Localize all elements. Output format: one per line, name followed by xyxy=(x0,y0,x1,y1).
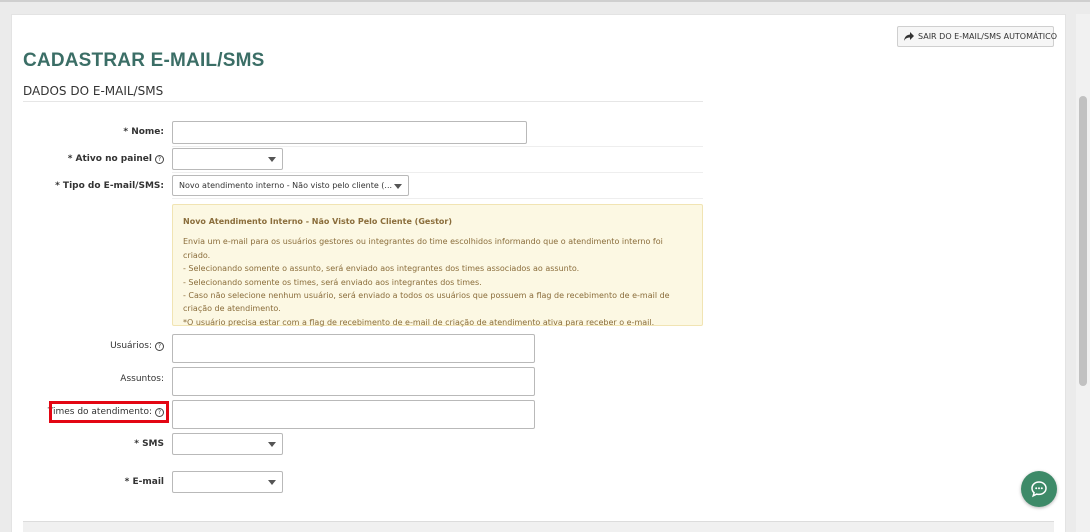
section-title: DADOS DO E-MAIL/SMS xyxy=(23,84,164,98)
info-line: criação de atendimento. xyxy=(183,304,281,314)
times-input[interactable] xyxy=(172,400,535,429)
bottom-section-bar xyxy=(23,521,1054,532)
info-box: Novo Atendimento Interno - Não Visto Pel… xyxy=(172,204,703,327)
assuntos-label: Assuntos: xyxy=(120,374,164,384)
chat-button[interactable] xyxy=(1021,471,1057,507)
exit-button-label: SAIR DO E-MAIL/SMS AUTOMÁTICO xyxy=(918,32,1057,41)
help-icon[interactable]: ? xyxy=(155,154,164,164)
info-line: - Selecionando somente os times, será en… xyxy=(183,277,482,287)
info-line: *O usuário precisa estar com a flag de r… xyxy=(183,317,655,327)
section-divider xyxy=(23,101,703,102)
exit-automatic-email-button[interactable]: SAIR DO E-MAIL/SMS AUTOMÁTICO xyxy=(897,26,1057,47)
chevron-down-icon xyxy=(268,480,276,485)
info-line: Envia um e-mail para os usuários gestore… xyxy=(183,237,663,260)
ativo-label: * Ativo no painel ? xyxy=(68,154,164,164)
nome-label: * Nome: xyxy=(123,127,164,137)
info-heading: Novo Atendimento Interno - Não Visto Pel… xyxy=(183,217,452,226)
usuarios-input[interactable] xyxy=(172,334,535,363)
chevron-down-icon xyxy=(394,183,402,189)
vertical-scrollbar[interactable] xyxy=(1076,14,1090,532)
row-divider xyxy=(172,146,703,147)
scrollbar-thumb[interactable] xyxy=(1079,96,1087,386)
window-top-border xyxy=(0,0,1090,2)
chat-bubble-icon xyxy=(1031,481,1047,498)
assuntos-input[interactable] xyxy=(172,367,535,396)
email-select[interactable] xyxy=(172,471,283,493)
usuarios-label: Usuários: ? xyxy=(110,341,164,351)
nome-input[interactable] xyxy=(172,121,527,144)
help-icon[interactable]: ? xyxy=(155,341,164,351)
row-divider xyxy=(172,172,703,173)
page-title: CADASTRAR E-MAIL/SMS xyxy=(23,50,265,71)
tipo-label: * Tipo do E-mail/SMS: xyxy=(55,181,164,191)
highlight-box xyxy=(49,401,169,423)
tipo-select[interactable]: Novo atendimento interno - Não visto pel… xyxy=(172,175,409,196)
chevron-down-icon xyxy=(268,157,276,162)
ativo-select[interactable] xyxy=(172,148,283,170)
row-divider xyxy=(172,198,703,199)
info-line: - Caso não selecione nenhum usuário, ser… xyxy=(183,291,670,301)
info-line: - Selecionando somente o assunto, será e… xyxy=(183,264,580,274)
share-arrow-icon xyxy=(904,32,914,41)
sms-select[interactable] xyxy=(172,433,283,455)
email-label: * E-mail xyxy=(124,477,164,487)
chevron-down-icon xyxy=(268,442,276,447)
sms-label: * SMS xyxy=(134,439,164,449)
